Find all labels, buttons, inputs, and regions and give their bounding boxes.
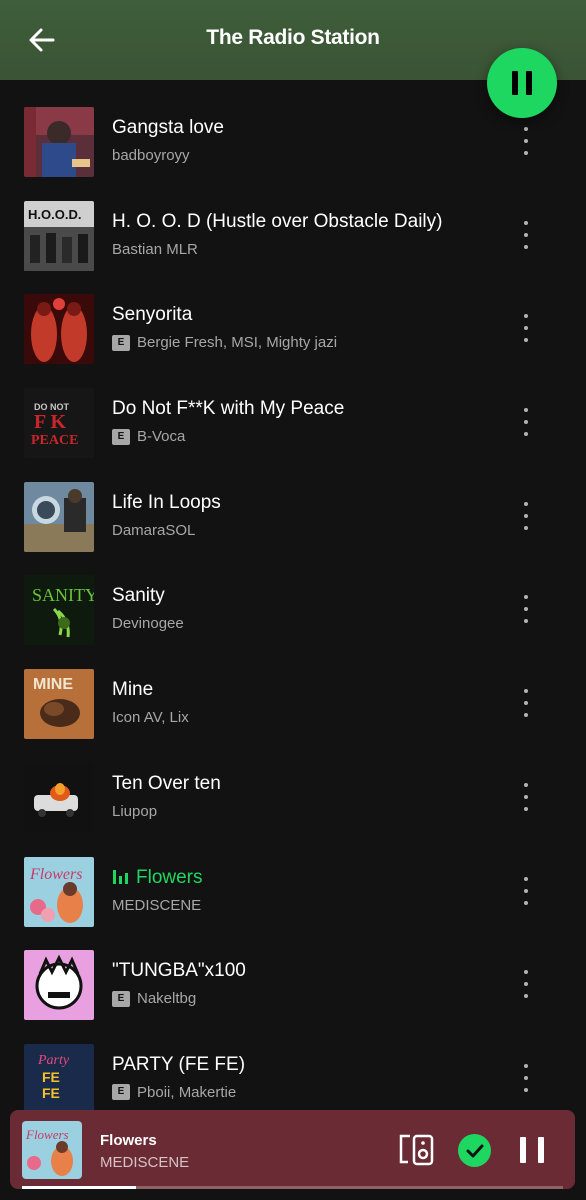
- track-row[interactable]: DO NOT F K PEACE Do Not F**K with My Peace…: [0, 376, 586, 470]
- track-artist: Devinogee: [112, 615, 184, 633]
- track-artist: E Nakeltbg: [112, 990, 196, 1007]
- track-row[interactable]: SANITY Sanity Devinogee: [0, 563, 586, 657]
- track-row[interactable]: "TUNGBA"x100 E Nakeltbg: [0, 938, 586, 1032]
- playback-progress-bar[interactable]: [22, 1186, 563, 1189]
- album-cover: H.O.O.D.: [24, 200, 94, 271]
- connect-device-icon: [399, 1134, 434, 1166]
- track-title: Mine: [112, 679, 154, 701]
- track-artist: DamaraSOL: [112, 521, 196, 539]
- more-options-button[interactable]: [514, 873, 538, 909]
- mini-player-cover: Flowers: [22, 1121, 82, 1179]
- more-options-button[interactable]: [514, 591, 538, 627]
- svg-text:Flowers: Flowers: [29, 866, 82, 883]
- album-cover: [24, 950, 94, 1021]
- explicit-badge: E: [112, 990, 130, 1007]
- connect-device-button[interactable]: [398, 1132, 436, 1168]
- track-row[interactable]: H.O.O.D. H. O. O. D (Hustle over Obstacl…: [0, 189, 586, 283]
- explicit-badge: E: [112, 334, 130, 351]
- more-options-button[interactable]: [514, 217, 538, 253]
- more-options-button[interactable]: [514, 404, 538, 440]
- album-cover: MINE: [24, 669, 94, 740]
- more-options-button[interactable]: [514, 310, 538, 346]
- track-title: Flowers: [112, 867, 203, 889]
- mini-player-title: Flowers: [100, 1132, 157, 1149]
- album-cover: [24, 294, 94, 365]
- pause-icon-bar: [526, 71, 532, 95]
- album-cover: [24, 107, 94, 177]
- track-title: Sanity: [112, 585, 165, 607]
- track-title: Life In Loops: [112, 491, 221, 513]
- more-options-button[interactable]: [514, 966, 538, 1002]
- album-cover: [24, 481, 94, 552]
- album-cover: [24, 762, 94, 833]
- pause-icon: [512, 71, 518, 95]
- album-cover: DO NOT F K PEACE: [24, 388, 94, 459]
- more-options-button[interactable]: [514, 685, 538, 721]
- mini-player[interactable]: Flowers Flowers MEDISCENE: [10, 1110, 575, 1189]
- track-row[interactable]: Flowers Flowers MEDISCENE: [0, 845, 586, 939]
- more-options-button[interactable]: [514, 498, 538, 534]
- track-title: "TUNGBA"x100: [112, 960, 246, 982]
- track-artist: Bastian MLR: [112, 240, 198, 258]
- mini-player-artist: MEDISCENE: [100, 1154, 190, 1171]
- explicit-badge: E: [112, 428, 130, 445]
- track-list: Gangsta love badboyroyy H.O.O.D. H. O. O…: [0, 95, 586, 1126]
- page-title: The Radio Station: [206, 26, 380, 49]
- track-row[interactable]: Ten Over ten Liupop: [0, 751, 586, 845]
- track-title: Ten Over ten: [112, 772, 221, 794]
- track-artist: E B-Voca: [112, 428, 185, 445]
- now-playing-equalizer-icon: [113, 869, 128, 884]
- track-artist: Liupop: [112, 802, 158, 820]
- more-options-button[interactable]: [514, 123, 538, 159]
- playback-progress-fill: [22, 1186, 136, 1189]
- track-title: Gangsta love: [112, 117, 224, 138]
- mini-player-pause-button[interactable]: [520, 1137, 544, 1165]
- pause-icon-bar: [538, 1137, 544, 1163]
- svg-text:FE: FE: [42, 1069, 60, 1085]
- more-options-button[interactable]: [514, 779, 538, 815]
- svg-text:Flowers: Flowers: [25, 1127, 69, 1142]
- track-artist: Icon AV, Lix: [112, 709, 189, 727]
- track-title: PARTY (FE FE): [112, 1053, 246, 1075]
- svg-text:Party: Party: [37, 1053, 70, 1068]
- play-pause-button[interactable]: [487, 48, 557, 118]
- svg-text:FE: FE: [42, 1085, 60, 1101]
- svg-text:SANITY: SANITY: [32, 585, 94, 605]
- svg-text:H.O.O.D.: H.O.O.D.: [28, 207, 81, 222]
- svg-text:MINE: MINE: [33, 676, 73, 693]
- track-title: Senyorita: [112, 304, 193, 326]
- pause-icon: [520, 1137, 526, 1163]
- track-title: H. O. O. D (Hustle over Obstacle Daily): [112, 210, 443, 232]
- track-artist: badboyroyy: [112, 147, 190, 164]
- track-artist: E Bergie Fresh, MSI, Mighty jazi: [112, 334, 337, 351]
- explicit-badge: E: [112, 1084, 130, 1101]
- track-row[interactable]: Life In Loops DamaraSOL: [0, 470, 586, 564]
- album-cover: SANITY: [24, 575, 94, 646]
- album-cover: Party FE FE: [24, 1043, 94, 1114]
- svg-text:PEACE: PEACE: [31, 433, 78, 448]
- saved-check-icon: [466, 1144, 483, 1157]
- track-artist: MEDISCENE: [112, 896, 202, 914]
- svg-text:F K: F K: [34, 411, 66, 433]
- saved-check-button[interactable]: [458, 1134, 491, 1167]
- track-title: Do Not F**K with My Peace: [112, 398, 345, 420]
- album-cover: Flowers: [24, 856, 94, 927]
- track-row[interactable]: Senyorita E Bergie Fresh, MSI, Mighty jaz…: [0, 282, 586, 376]
- more-options-button[interactable]: [514, 1060, 538, 1096]
- track-artist: E Pboii, Makertie: [112, 1084, 236, 1101]
- track-row[interactable]: MINE Mine Icon AV, Lix: [0, 657, 586, 751]
